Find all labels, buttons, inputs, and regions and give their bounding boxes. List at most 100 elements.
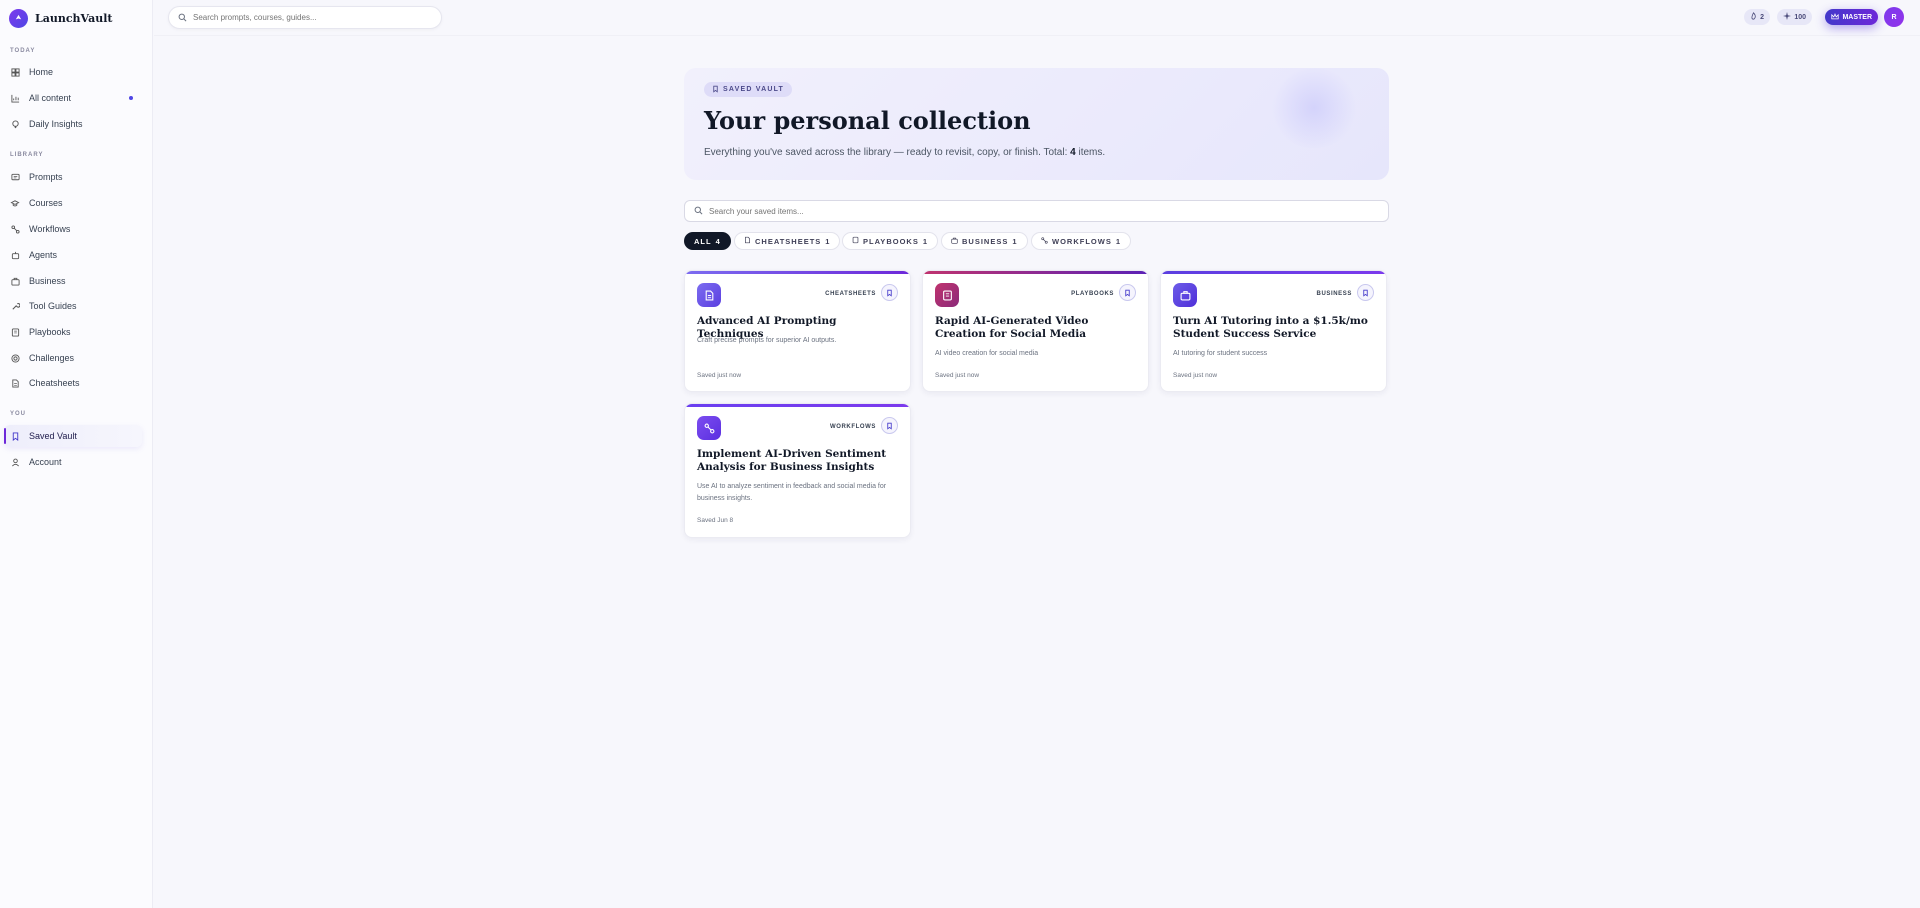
chart-icon (10, 93, 20, 103)
route-icon (697, 416, 721, 440)
filter-label: BUSINESS (962, 236, 1009, 246)
card-accent-bar (685, 404, 910, 407)
vault-search-input[interactable] (709, 206, 1334, 216)
level-badge[interactable]: MASTER (1825, 9, 1878, 25)
card-description: AI video creation for social media (935, 350, 1039, 357)
bookmark-button[interactable] (881, 417, 898, 434)
filter-business[interactable]: BUSINESS 1 (941, 232, 1028, 250)
sidebar-item-all-content[interactable]: All content (4, 87, 142, 109)
card-title: Rapid AI-Generated Video Creation for So… (935, 315, 1089, 340)
sidebar-item-label: Courses (29, 198, 63, 208)
filter-workflows[interactable]: WORKFLOWS 1 (1031, 232, 1131, 250)
card-description: Use AI to analyze sentiment in feedback … (697, 483, 887, 502)
sidebar-item-prompts[interactable]: Prompts (4, 166, 142, 188)
filter-count: 4 (715, 236, 721, 246)
search-icon (694, 202, 703, 220)
sidebar-item-home[interactable]: Home (4, 61, 142, 83)
briefcase-icon (951, 237, 958, 246)
rocket-icon (9, 9, 28, 28)
streak-value: 2 (1760, 13, 1764, 21)
hero-banner: SAVED VAULT Your personal collection Eve… (684, 68, 1389, 180)
sidebar-item-workflows[interactable]: Workflows (4, 218, 142, 240)
filter-label: CHEATSHEETS (755, 236, 822, 246)
total-count: 4 (1070, 147, 1076, 158)
sidebar-item-business[interactable]: Business (4, 270, 142, 292)
saved-card-business[interactable]: BUSINESS Turn AI Tutoring into a $1.5k/m… (1160, 270, 1387, 392)
flame-icon (1750, 12, 1757, 22)
global-search[interactable] (168, 6, 442, 29)
filter-count: 1 (1115, 236, 1121, 246)
lightbulb-icon (10, 119, 20, 129)
brand[interactable]: LaunchVault (9, 9, 112, 28)
avatar[interactable]: R (1884, 7, 1904, 27)
wrench-icon (10, 301, 20, 311)
section-today: TODAY (10, 48, 36, 54)
search-icon (178, 9, 187, 27)
card-description: AI tutoring for student success (1173, 350, 1268, 357)
card-saved-date: Saved just now (697, 372, 742, 379)
sidebar-item-agents[interactable]: Agents (4, 244, 142, 266)
user-icon (10, 457, 20, 467)
sidebar-item-challenges[interactable]: Challenges (4, 347, 142, 369)
card-title: Implement AI-Driven Sentiment Analysis f… (697, 448, 887, 473)
sidebar-item-courses[interactable]: Courses (4, 192, 142, 214)
bookmark-button[interactable] (1119, 284, 1136, 301)
sidebar-item-cheatsheets[interactable]: Cheatsheets (4, 372, 142, 394)
topbar: 2 100 MASTER R (154, 0, 1920, 36)
streak-counter[interactable]: 2 (1744, 9, 1770, 25)
filter-label: PLAYBOOKS (863, 236, 919, 246)
book-icon (935, 283, 959, 307)
sidebar-item-label: Account (29, 457, 62, 467)
sidebar-item-label: Agents (29, 250, 58, 260)
xp-counter[interactable]: 100 (1777, 9, 1812, 25)
filter-all[interactable]: ALL 4 (684, 232, 731, 250)
filter-count: 1 (1012, 236, 1018, 246)
filter-playbooks[interactable]: PLAYBOOKS 1 (842, 232, 938, 250)
sparkle-icon (1783, 12, 1792, 22)
vault-search[interactable] (684, 200, 1389, 222)
filter-cheatsheets[interactable]: CHEATSHEETS 1 (734, 232, 841, 250)
sidebar-item-label: Challenges (29, 353, 75, 363)
card-saved-date: Saved just now (1173, 372, 1218, 379)
bot-icon (10, 250, 20, 260)
card-saved-date: Saved Jun 8 (697, 517, 734, 524)
sidebar-item-label: Playbooks (29, 327, 71, 337)
book-icon (852, 236, 859, 246)
bookmark-button[interactable] (881, 284, 898, 301)
page-title: Your personal collection (704, 106, 1031, 135)
book-icon (10, 327, 20, 337)
sidebar-item-daily-insights[interactable]: Daily Insights (4, 113, 142, 135)
sidebar-item-tool-guides[interactable]: Tool Guides (4, 295, 142, 317)
route-icon (10, 224, 20, 234)
global-search-input[interactable] (193, 13, 430, 22)
route-icon (1041, 236, 1048, 246)
page-subtitle: Everything you've saved across the libra… (704, 147, 1105, 158)
sidebar-item-label: Prompts (29, 172, 63, 182)
sidebar-item-label: Tool Guides (29, 301, 77, 311)
filter-count: 1 (825, 236, 831, 246)
bookmark-button[interactable] (1357, 284, 1374, 301)
badge-label: SAVED VAULT (723, 86, 785, 93)
sidebar-item-account[interactable]: Account (4, 451, 142, 473)
document-icon (697, 283, 721, 307)
grid-icon (10, 67, 20, 77)
target-icon (10, 353, 20, 363)
saved-vault-badge: SAVED VAULT (704, 82, 793, 97)
section-you: YOU (10, 411, 27, 417)
sidebar-item-label: Daily Insights (29, 119, 83, 129)
card-category: WORKFLOWS (829, 424, 876, 430)
filter-label: WORKFLOWS (1052, 236, 1112, 246)
card-accent-bar (923, 271, 1148, 274)
card-category: CHEATSHEETS (825, 291, 876, 297)
graduation-cap-icon (10, 198, 20, 208)
card-saved-date: Saved just now (935, 372, 980, 379)
document-icon (744, 236, 751, 246)
saved-card-cheatsheet[interactable]: CHEATSHEETS Advanced AI Prompting Techni… (684, 270, 911, 392)
bookmark-icon (712, 85, 719, 95)
hero-glow (1269, 68, 1359, 148)
sidebar-item-playbooks[interactable]: Playbooks (4, 321, 142, 343)
sidebar-item-label: Cheatsheets (29, 378, 80, 388)
saved-card-playbook[interactable]: PLAYBOOKS Rapid AI-Generated Video Creat… (922, 270, 1149, 392)
saved-card-workflow[interactable]: WORKFLOWS Implement AI-Driven Sentiment … (684, 403, 911, 538)
sidebar-item-saved-vault[interactable]: Saved Vault (4, 425, 142, 447)
